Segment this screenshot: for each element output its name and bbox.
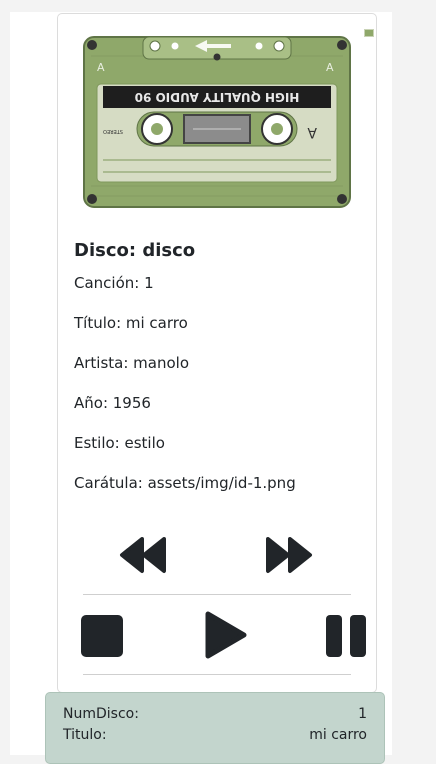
divider-top [83, 594, 351, 595]
cassette-stereo-text: STEREO [103, 128, 123, 134]
small-thumbnail-icon [364, 29, 374, 37]
field-anio: Año: 1956 [74, 394, 151, 412]
summary-row-titulo: Titulo: mi carro [46, 725, 384, 746]
divider-bottom [83, 674, 351, 675]
summary-value: 1 [358, 706, 367, 722]
field-cancion: Canción: 1 [74, 274, 154, 292]
cassette-side-marker: A [97, 61, 105, 74]
summary-label: Titulo: [63, 727, 107, 743]
fast-forward-icon[interactable] [264, 536, 314, 574]
field-titulo: Título: mi carro [74, 314, 188, 332]
disc-summary-panel: NumDisco: 1 Titulo: mi carro [45, 692, 385, 764]
pause-icon[interactable] [324, 614, 370, 658]
field-caratula: Carátula: assets/img/id-1.png [74, 474, 296, 492]
player-card: A A HIGH QUALITY AUDIO 90 STEREO A Disco… [57, 13, 377, 693]
rewind-icon[interactable] [118, 536, 168, 574]
summary-value: mi carro [309, 727, 367, 743]
play-icon[interactable] [202, 610, 248, 660]
disc-heading: Disco: disco [74, 240, 196, 261]
svg-text:A: A [307, 124, 317, 140]
field-estilo: Estilo: estilo [74, 434, 165, 452]
cassette-image: A A HIGH QUALITY AUDIO 90 STEREO A [83, 36, 351, 208]
summary-row-numdisco: NumDisco: 1 [46, 704, 384, 725]
field-artista: Artista: manolo [74, 354, 190, 372]
stop-icon[interactable] [80, 614, 124, 658]
song-info: Disco: disco Canción: 1 Título: mi carro… [74, 240, 364, 513]
svg-text:A: A [326, 61, 334, 74]
summary-label: NumDisco: [63, 706, 139, 722]
cassette-label-text: HIGH QUALITY AUDIO 90 [135, 90, 300, 104]
